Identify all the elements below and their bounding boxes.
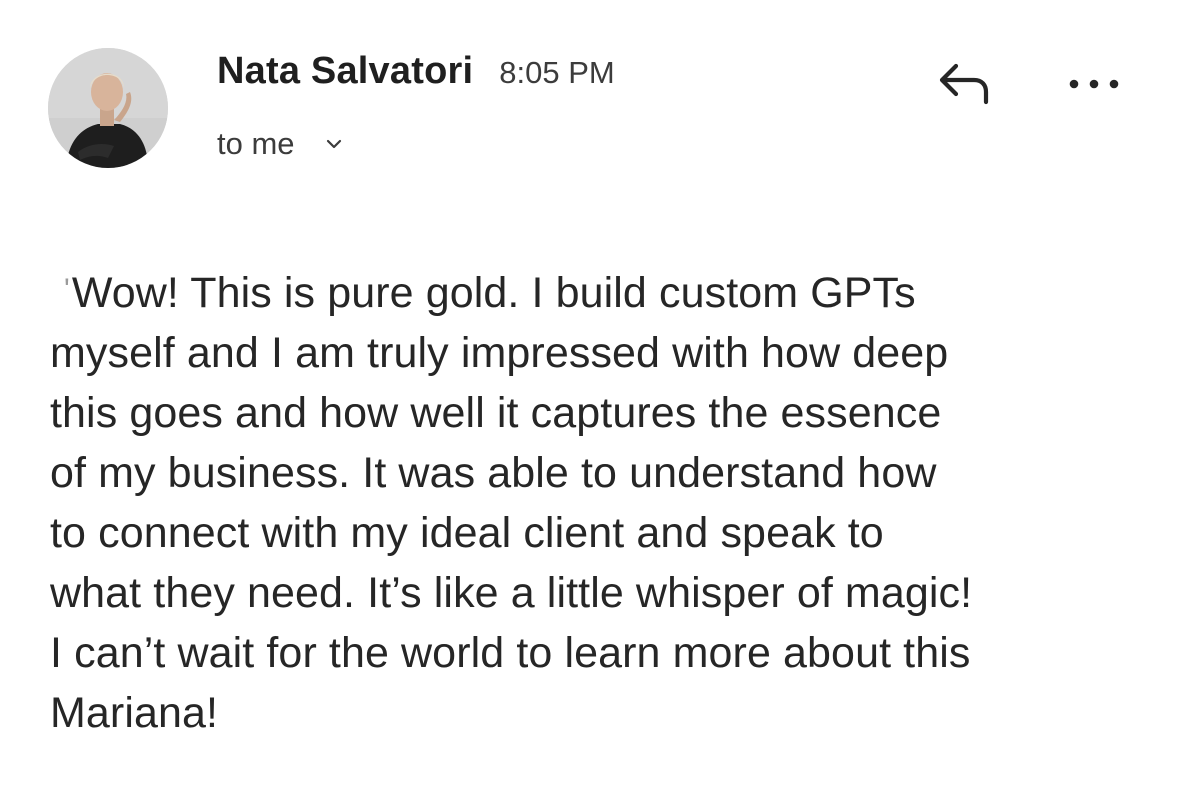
reply-button[interactable] <box>928 55 998 111</box>
message-header: Nata Salvatori 8:05 PM to me <box>0 0 1179 200</box>
more-options-icon <box>1069 79 1119 89</box>
avatar[interactable] <box>48 48 168 168</box>
message-body-line: I can’t wait for the world to learn more… <box>50 629 971 677</box>
reply-icon <box>939 63 989 105</box>
message-body-line: 'Wow! This is pure gold. I build custom … <box>64 269 916 317</box>
recipient-label: to me <box>217 126 295 161</box>
message-body-line: Mariana! <box>50 689 219 737</box>
message-body-line: myself and I am truly impressed with how… <box>50 329 949 377</box>
message-body-line: what they need. It’s like a little whisp… <box>50 569 973 617</box>
sender-row: Nata Salvatori 8:05 PM <box>217 50 615 100</box>
send-time: 8:05 PM <box>499 55 615 90</box>
avatar-photo <box>48 48 168 168</box>
more-options-button[interactable] <box>1062 60 1126 108</box>
message-body-line: this goes and how well it captures the e… <box>50 389 942 437</box>
message-body-line: of my business. It was able to understan… <box>50 449 937 497</box>
message-body: 'Wow! This is pure gold. I build custom … <box>50 260 1150 743</box>
chevron-down-icon <box>323 133 345 155</box>
recipient-toggle[interactable]: to me <box>217 122 345 166</box>
sender-name[interactable]: Nata Salvatori <box>217 50 473 93</box>
quote-mark: ' <box>64 273 70 306</box>
message-body-line: to connect with my ideal client and spea… <box>50 509 884 557</box>
